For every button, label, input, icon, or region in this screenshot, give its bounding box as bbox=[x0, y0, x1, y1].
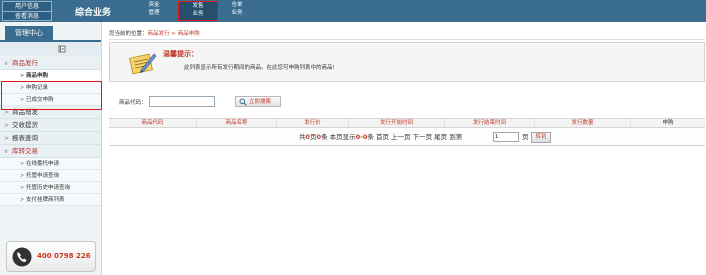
nav-label-line2: 业务 bbox=[231, 10, 243, 16]
item-label: 支付挂牌商列表 bbox=[26, 197, 65, 203]
phone-icon bbox=[12, 247, 32, 267]
chevron-right-icon: > bbox=[4, 135, 10, 142]
chevron-right-icon: > bbox=[4, 122, 10, 129]
note-pencil-icon bbox=[129, 53, 157, 75]
column-header: 发行结束时间 bbox=[445, 119, 535, 127]
table-header: 商品代码 商品名称 发行价 发行开始时间 发行结束时间 发行数量 申购 bbox=[109, 118, 705, 128]
sidebar-category-delivery[interactable]: > 交收提货 bbox=[0, 119, 101, 132]
category-label: 商品发行 bbox=[12, 59, 38, 67]
search-icon bbox=[239, 98, 247, 106]
nav-label-line2: 管理 bbox=[148, 10, 160, 16]
phone-banner: 400 0798 226 bbox=[6, 241, 96, 272]
tip-title: 温馨提示： bbox=[163, 50, 198, 58]
item-label: 在线委托申请 bbox=[26, 161, 60, 167]
phone-number: 400 0798 226 bbox=[37, 252, 91, 260]
nav-label-line2: 业务 bbox=[192, 11, 204, 17]
category-label: 库转交易 bbox=[12, 147, 38, 155]
sidebar-item-subscribe-records[interactable]: > 申购记录 bbox=[0, 82, 101, 94]
sidebar-category-product-issue[interactable]: ∨ 商品发行 bbox=[0, 57, 101, 70]
search-button[interactable]: 立即搜索 bbox=[235, 96, 281, 107]
sidebar-item-custody-query[interactable]: > 托管申请查询 bbox=[0, 170, 101, 182]
breadcrumb-path: 商品发行 > 商品申购 bbox=[147, 31, 200, 37]
column-header: 申购 bbox=[662, 120, 674, 126]
sidebar-item-listing-merchants[interactable]: > 支付挂牌商列表 bbox=[0, 194, 101, 206]
page-number-input[interactable] bbox=[493, 132, 519, 142]
collapse-icon[interactable] bbox=[58, 45, 66, 53]
sidebar-category-product-additional[interactable]: > 商品增发 bbox=[0, 106, 101, 119]
sidebar-item-completed-subscribe[interactable]: > 已成交申购 bbox=[0, 94, 101, 106]
category-label: 交收提货 bbox=[12, 121, 38, 129]
sidebar-header bbox=[0, 42, 101, 56]
pager-text: 条 本页显示 bbox=[321, 133, 356, 141]
product-table: 商品代码 商品名称 发行价 发行开始时间 发行结束时间 发行数量 申购 共0页0… bbox=[109, 118, 705, 146]
search-bar: 商品代码： 立即搜索 bbox=[109, 94, 705, 110]
chevron-right-icon: > bbox=[4, 109, 10, 116]
category-label: 商品增发 bbox=[12, 108, 38, 116]
nav-label-line1: 仓单 bbox=[231, 2, 243, 8]
item-label: 托管申请查询 bbox=[26, 173, 60, 179]
column-header: 商品名称 bbox=[197, 119, 277, 127]
sidebar: 管理中心 ∨ 商品发行 > 商品申购 > 申购记录 > 已成交申购 > 商品增发 > 交收提… bbox=[0, 22, 102, 275]
pagination: 共0页0条 本页显示0-0条 首页 上一页 下一页 尾页 到第 页 转到 bbox=[109, 129, 705, 146]
item-label: 申购记录 bbox=[26, 85, 49, 91]
column-header: 发行数量 bbox=[535, 119, 631, 127]
user-info-link[interactable]: 用户信息 bbox=[3, 2, 51, 12]
item-label: 商品申购 bbox=[26, 73, 49, 79]
product-code-label: 商品代码： bbox=[119, 100, 147, 106]
sidebar-category-transfer-trade[interactable]: ∨ 库转交易 bbox=[0, 145, 101, 158]
pagination-text: 共0页0条 本页显示0-0条 首页 上一页 下一页 尾页 到第 bbox=[299, 129, 462, 146]
sidebar-item-product-subscribe[interactable]: > 商品申购 bbox=[0, 70, 101, 82]
top-bar: 用户信息 查看消息 综合业务 资金 管理 发售 业务 仓单 业务 bbox=[0, 0, 706, 22]
business-title: 综合业务 bbox=[75, 8, 112, 18]
category-label: 报表查询 bbox=[12, 134, 38, 142]
sidebar-menu: ∨ 商品发行 > 商品申购 > 申购记录 > 已成交申购 > 商品增发 > 交收提货 > 报表… bbox=[0, 57, 101, 206]
divider bbox=[109, 39, 705, 40]
sidebar-category-reports[interactable]: > 报表查询 bbox=[0, 132, 101, 145]
nav-label-line1: 发售 bbox=[192, 3, 204, 9]
column-header: 发行价 bbox=[277, 119, 349, 127]
breadcrumb: 您当前的位置：商品发行 > 商品申购 bbox=[109, 29, 200, 37]
main-content: 您当前的位置：商品发行 > 商品申购 温馨提示： 此列表显示所有发行期间的商品。… bbox=[102, 22, 706, 275]
chevron-down-icon: ∨ bbox=[4, 148, 9, 155]
chevron-down-icon: ∨ bbox=[4, 60, 9, 67]
nav-issue-business[interactable]: 发售 业务 bbox=[178, 1, 218, 21]
sidebar-item-custody-history[interactable]: > 托管历史申请查询 bbox=[0, 182, 101, 194]
pager-nav-links[interactable]: 条 首页 上一页 下一页 尾页 到第 bbox=[367, 133, 462, 141]
tab-management-center[interactable]: 管理中心 bbox=[5, 26, 53, 40]
column-header: 商品代码 bbox=[109, 119, 197, 127]
tip-text: 此列表显示所有发行期间的商品。在此您可申购列表中的商品! bbox=[184, 65, 335, 71]
page-suffix: 页 bbox=[522, 133, 529, 141]
tip-box: 温馨提示： 此列表显示所有发行期间的商品。在此您可申购列表中的商品! bbox=[109, 42, 705, 82]
nav-warehouse-receipt[interactable]: 仓单 业务 bbox=[226, 1, 248, 21]
view-messages-link[interactable]: 查看消息 bbox=[3, 12, 51, 22]
item-label: 已成交申购 bbox=[26, 97, 54, 103]
nav-label-line1: 资金 bbox=[148, 2, 160, 8]
breadcrumb-prefix: 您当前的位置： bbox=[109, 31, 148, 37]
column-header: 发行开始时间 bbox=[349, 119, 445, 127]
go-button[interactable]: 转到 bbox=[531, 132, 551, 143]
item-label: 托管历史申请查询 bbox=[26, 185, 71, 191]
record-range: 0-0 bbox=[355, 133, 368, 141]
nav-fund-management[interactable]: 资金 管理 bbox=[143, 1, 165, 21]
search-button-label: 立即搜索 bbox=[249, 99, 272, 105]
user-links: 用户信息 查看消息 bbox=[2, 1, 52, 21]
sidebar-item-online-order[interactable]: > 在线委托申请 bbox=[0, 158, 101, 170]
product-code-input[interactable] bbox=[149, 96, 215, 107]
